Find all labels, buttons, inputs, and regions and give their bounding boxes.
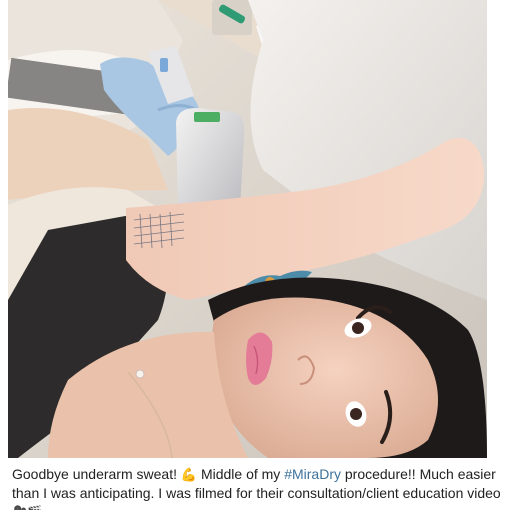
- hashtag-link-miradry[interactable]: #MiraDry: [284, 466, 341, 482]
- iris-lower: [350, 408, 362, 420]
- movie-camera-emoji: 🎥: [12, 503, 27, 510]
- photo-illustration: [8, 0, 487, 458]
- caption-text-1: Goodbye underarm sweat!: [12, 466, 181, 482]
- post-photo[interactable]: [8, 0, 487, 458]
- instagram-post: Goodbye underarm sweat! 💪 Middle of my #…: [0, 0, 525, 510]
- earring: [135, 369, 145, 379]
- device-light: [160, 58, 168, 72]
- post-caption: Goodbye underarm sweat! 💪 Middle of my #…: [12, 465, 512, 510]
- clapper-board-emoji: 🎬: [27, 503, 42, 510]
- caption-text-2: Middle of my: [197, 466, 285, 482]
- device-indicator: [194, 112, 220, 122]
- flexed-arm-emoji: 💪: [180, 467, 198, 482]
- iris-upper: [352, 322, 364, 334]
